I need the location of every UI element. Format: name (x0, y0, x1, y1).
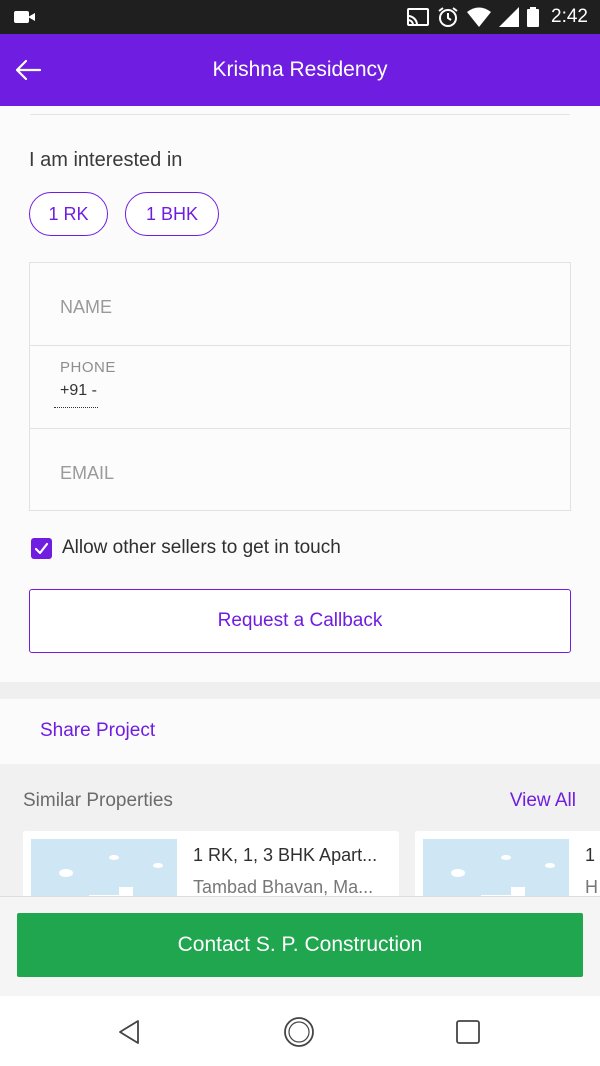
app-bar: Krishna Residency (0, 34, 600, 106)
property-image-placeholder-icon (423, 839, 569, 896)
wifi-icon (467, 7, 492, 27)
request-callback-button[interactable]: Request a Callback (29, 589, 571, 653)
contact-bar: Contact S. P. Construction (0, 896, 600, 996)
divider (30, 114, 570, 115)
interest-label: I am interested in (29, 149, 183, 171)
phone-field[interactable]: PHONE +91 - (30, 346, 570, 429)
signal-icon (499, 7, 520, 27)
property-image-placeholder-icon (31, 839, 177, 896)
name-placeholder: NAME (60, 297, 113, 317)
alarm-icon (438, 7, 458, 27)
allow-sellers-toggle[interactable]: Allow other sellers to get in touch (31, 536, 341, 560)
allow-sellers-label: Allow other sellers to get in touch (62, 537, 341, 558)
email-field[interactable]: EMAIL (30, 429, 570, 511)
status-time: 2:42 (551, 6, 588, 27)
option-chip-1rk[interactable]: 1 RK (29, 192, 108, 236)
home-circle-icon[interactable] (283, 1016, 315, 1048)
property-card[interactable]: 1 RK, 1, 3 BHK Apart... Tambad Bhavan, M… (23, 831, 399, 896)
contact-builder-button[interactable]: Contact S. P. Construction (17, 913, 583, 977)
property-title: 1 RK, 1, 3 BHK Apart... (193, 845, 378, 865)
option-chip-1bhk[interactable]: 1 BHK (125, 192, 219, 236)
recents-square-icon[interactable] (452, 1016, 484, 1048)
status-bar: 2:42 (0, 0, 600, 34)
main-content[interactable]: I am interested in 1 RK 1 BHK NAME PHONE… (0, 106, 600, 896)
view-all-link[interactable]: View All (510, 790, 576, 812)
property-location: H (585, 877, 598, 896)
battery-icon (527, 7, 540, 27)
similar-properties-section: Similar Properties View All 1 RK, 1, 3 B… (0, 764, 600, 896)
email-placeholder: EMAIL (60, 463, 115, 483)
video-camera-icon (14, 11, 36, 23)
property-location: Tambad Bhavan, Ma... (193, 877, 374, 896)
cast-icon (407, 8, 430, 26)
phone-underline (54, 407, 98, 408)
name-field[interactable]: NAME (30, 263, 570, 346)
similar-properties-title: Similar Properties (23, 790, 173, 811)
page-title: Krishna Residency (212, 58, 388, 81)
phone-value[interactable]: +91 - (60, 382, 97, 400)
share-project-link[interactable]: Share Project (40, 720, 155, 742)
property-card[interactable]: 1 H (415, 831, 600, 896)
contact-form: NAME PHONE +91 - EMAIL (29, 262, 571, 511)
back-triangle-icon[interactable] (114, 1016, 146, 1048)
section-divider (0, 682, 600, 699)
phone-label: PHONE (60, 359, 116, 376)
property-title: 1 (585, 845, 596, 865)
checkbox-checked-icon[interactable] (31, 537, 52, 559)
navigation-bar (0, 996, 600, 1066)
status-icons: 2:42 (407, 6, 588, 28)
